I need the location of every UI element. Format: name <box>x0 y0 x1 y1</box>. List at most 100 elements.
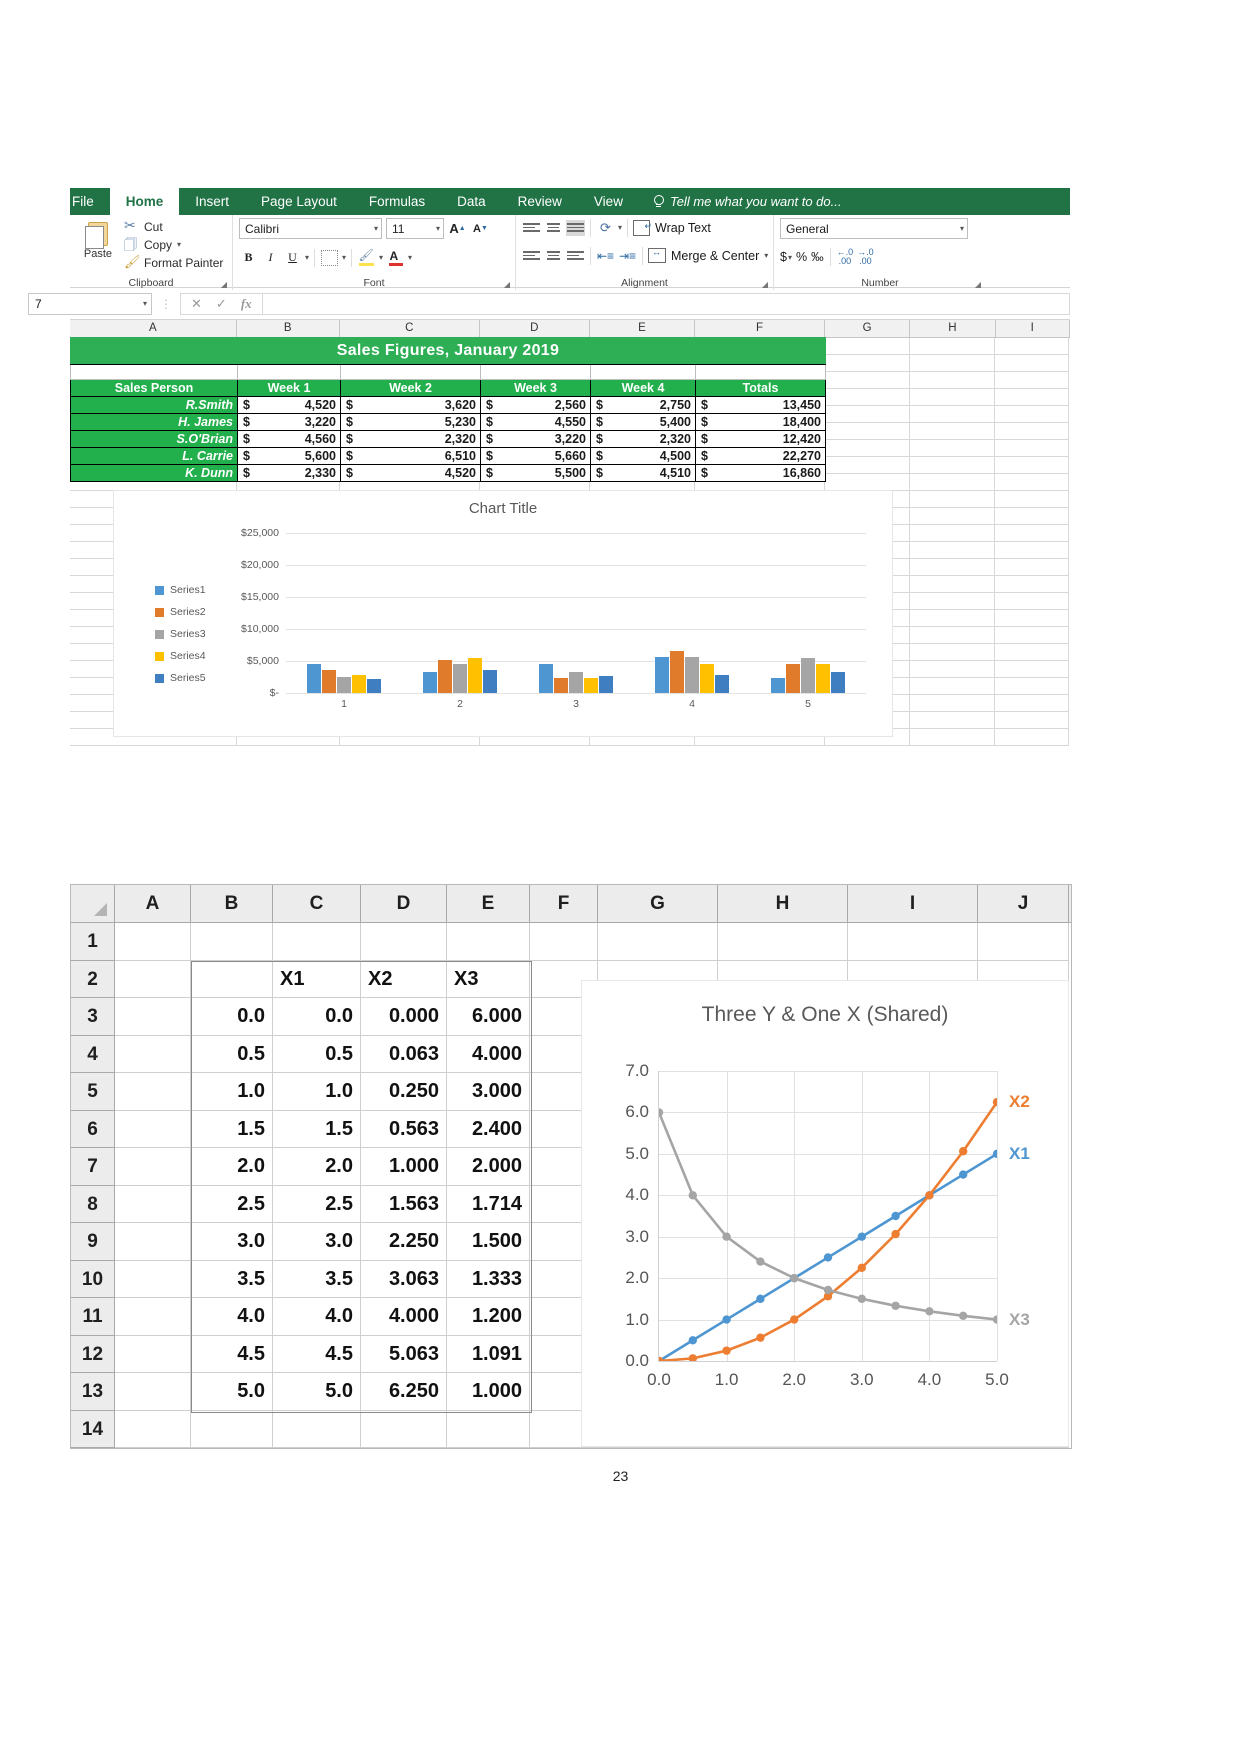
grid-cell[interactable] <box>910 593 995 610</box>
grid-cell[interactable] <box>825 423 910 440</box>
cell-sales-person[interactable]: H. James <box>70 413 238 431</box>
increase-decimal-button[interactable]: ←.0.00 <box>837 248 854 266</box>
table-row[interactable]: S.O'Brian $4,560 $2,320 $3,220 $2,320 $12,420 <box>70 430 826 448</box>
cell-total[interactable]: $13,450 <box>695 396 826 414</box>
grid-cell-B11[interactable]: 4.0 <box>191 1298 273 1336</box>
font-size-select[interactable]: 11 ▾ <box>386 218 444 239</box>
grid-cell-A13[interactable] <box>115 1373 191 1411</box>
grid-cell[interactable] <box>995 491 1069 508</box>
select-all-corner[interactable] <box>71 885 115 922</box>
grid-cell-C6[interactable]: 1.5 <box>273 1110 361 1148</box>
number-format-select[interactable]: General ▾ <box>780 218 968 239</box>
cell-w3[interactable]: $4,550 <box>480 413 591 431</box>
cell-w2[interactable]: $4,520 <box>340 464 481 482</box>
grid-cell[interactable] <box>995 508 1069 525</box>
merge-center-button[interactable]: Merge & Center ▾ <box>648 247 768 263</box>
grid-cell-A7[interactable] <box>115 1148 191 1186</box>
grid-cell-E10[interactable]: 1.333 <box>447 1260 530 1298</box>
cell-total[interactable]: $18,400 <box>695 413 826 431</box>
grid-cell[interactable] <box>910 491 995 508</box>
column-header-e[interactable]: E <box>590 320 695 337</box>
grid-cell-D2[interactable]: X2 <box>361 960 447 998</box>
cell-w1[interactable]: $2,330 <box>237 464 341 482</box>
grid-cell-D1[interactable] <box>361 923 447 961</box>
row-header[interactable]: 14 <box>71 1410 115 1448</box>
grid-cell-C13[interactable]: 5.0 <box>273 1373 361 1411</box>
cell-sales-person[interactable]: L. Carrie <box>70 447 238 465</box>
grid-cell[interactable] <box>995 644 1069 661</box>
grid-cell-A6[interactable] <box>115 1110 191 1148</box>
align-center-button[interactable] <box>544 246 563 265</box>
grid-cell[interactable] <box>995 576 1069 593</box>
grid-cell-B9[interactable]: 3.0 <box>191 1223 273 1261</box>
row-header[interactable]: 13 <box>71 1373 115 1411</box>
cell-w2[interactable]: $6,510 <box>340 447 481 465</box>
row-header[interactable]: 6 <box>71 1110 115 1148</box>
ribbon-tab-insert[interactable]: Insert <box>179 188 245 215</box>
bar-chart[interactable]: Chart Title Series1 Series2 Series3 Series4… <box>113 490 893 737</box>
chevron-down-icon[interactable]: ▾ <box>618 223 622 232</box>
row-header[interactable]: 1 <box>71 923 115 961</box>
row-header[interactable]: 3 <box>71 998 115 1036</box>
cell-w1[interactable]: $4,520 <box>237 396 341 414</box>
chevron-down-icon[interactable]: ▾ <box>379 253 383 262</box>
grid-cell[interactable] <box>910 406 995 423</box>
chevron-down-icon[interactable]: ▾ <box>342 253 346 262</box>
cell-total[interactable]: $16,860 <box>695 464 826 482</box>
grid-cell[interactable] <box>825 355 910 372</box>
grid-cell[interactable] <box>910 423 995 440</box>
grid-cell-D5[interactable]: 0.250 <box>361 1073 447 1111</box>
grid-cell[interactable] <box>910 474 995 491</box>
grid-cell-A4[interactable] <box>115 1035 191 1073</box>
grid-cell-J1[interactable] <box>978 923 1069 961</box>
grid-cell-E3[interactable]: 6.000 <box>447 998 530 1036</box>
grid-cell[interactable] <box>995 695 1069 712</box>
grid-cell-B13[interactable]: 5.0 <box>191 1373 273 1411</box>
grid-cell-C10[interactable]: 3.5 <box>273 1260 361 1298</box>
grid-cell-D14[interactable] <box>361 1410 447 1448</box>
grid-cell-C8[interactable]: 2.5 <box>273 1185 361 1223</box>
chevron-down-icon[interactable]: ▾ <box>143 299 147 308</box>
grid-cell[interactable] <box>910 576 995 593</box>
cell-w4[interactable]: $5,400 <box>590 413 696 431</box>
grid-cell[interactable] <box>910 729 995 746</box>
grid-cell-E9[interactable]: 1.500 <box>447 1223 530 1261</box>
grid-cell-F1[interactable] <box>530 923 598 961</box>
row-header[interactable]: 5 <box>71 1073 115 1111</box>
grid-cell[interactable] <box>995 440 1069 457</box>
grid-cell[interactable] <box>910 355 995 372</box>
grid-cell-C14[interactable] <box>273 1410 361 1448</box>
cell-total[interactable]: $12,420 <box>695 430 826 448</box>
decrease-indent-button[interactable]: ⇤≡ <box>596 246 615 265</box>
column-header-b[interactable]: B <box>237 320 340 337</box>
column-header-h[interactable]: H <box>910 320 996 337</box>
chevron-down-icon[interactable]: ▾ <box>177 240 181 249</box>
grid-cell-E13[interactable]: 1.000 <box>447 1373 530 1411</box>
grid-cell[interactable] <box>825 440 910 457</box>
grid-cell-A3[interactable] <box>115 998 191 1036</box>
grid-cell-E8[interactable]: 1.714 <box>447 1185 530 1223</box>
column-header-f[interactable]: F <box>695 320 825 337</box>
grid-cell[interactable] <box>910 389 995 406</box>
column-header-e2[interactable]: E <box>447 885 530 922</box>
column-header-h2[interactable]: H <box>718 885 848 922</box>
borders-button[interactable] <box>320 248 339 267</box>
grid-cell-E7[interactable]: 2.000 <box>447 1148 530 1186</box>
ribbon-tab-page-layout[interactable]: Page Layout <box>245 188 353 215</box>
copy-button[interactable]: Copy ▾ <box>124 236 223 258</box>
grid-cell[interactable] <box>995 525 1069 542</box>
grid-cell-C4[interactable]: 0.5 <box>273 1035 361 1073</box>
grid-cell-B1[interactable] <box>191 923 273 961</box>
font-name-select[interactable]: Calibri ▾ <box>239 218 382 239</box>
grid-cell-D9[interactable]: 2.250 <box>361 1223 447 1261</box>
grid-cell-A10[interactable] <box>115 1260 191 1298</box>
grid-cell-A14[interactable] <box>115 1410 191 1448</box>
column-header-d[interactable]: D <box>480 320 590 337</box>
grid-cell[interactable] <box>995 542 1069 559</box>
table-row[interactable]: L. Carrie $5,600 $6,510 $5,660 $4,500 $22,270 <box>70 447 826 465</box>
align-left-button[interactable] <box>522 246 541 265</box>
align-middle-button[interactable] <box>544 218 563 237</box>
ribbon-tab-view[interactable]: View <box>578 188 639 215</box>
clipboard-dialog-launcher-icon[interactable]: ◢ <box>221 280 227 289</box>
table-row[interactable]: H. James $3,220 $5,230 $4,550 $5,400 $18,400 <box>70 413 826 431</box>
